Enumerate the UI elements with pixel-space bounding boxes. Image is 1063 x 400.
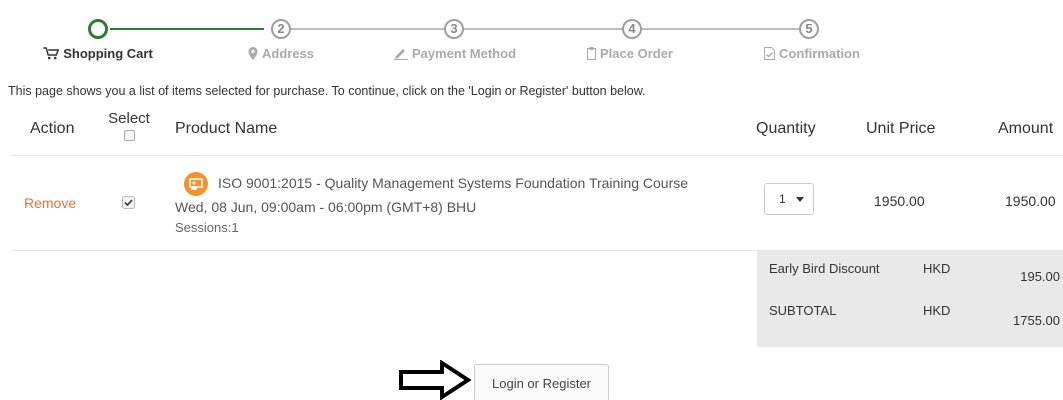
step-payment-method: Payment Method	[393, 46, 517, 61]
step-label-text: Place Order	[600, 46, 673, 61]
chevron-down-icon	[795, 196, 804, 202]
checkout-stepper: 2 3 4 5 Shopping Cart Address Payment Me…	[0, 0, 1063, 70]
subtotal-label: SUBTOTAL	[769, 303, 837, 318]
step-confirmation: Confirmation	[764, 46, 860, 61]
step-1-circle	[88, 19, 108, 39]
discount-label: Early Bird Discount	[769, 261, 880, 276]
course-sessions: Sessions:1	[175, 220, 239, 235]
stepper-connector	[464, 28, 630, 30]
unit-price: 1950.00	[874, 193, 925, 209]
stepper-connector	[288, 28, 454, 30]
header-select-label: Select	[108, 110, 150, 127]
step-label-text: Address	[261, 46, 315, 61]
step-2-circle: 2	[271, 19, 291, 39]
quantity-select[interactable]: 1	[764, 183, 814, 215]
step-3-circle: 3	[444, 19, 464, 39]
remove-link[interactable]: Remove	[24, 195, 76, 211]
step-place-order: Place Order	[587, 46, 673, 61]
cart-info-text: This page shows you a list of items sele…	[8, 84, 646, 98]
stepper-connector	[110, 28, 264, 30]
subtotal-value: 1755.00	[1013, 313, 1060, 328]
checkmark-icon	[122, 196, 135, 209]
login-or-register-button[interactable]: Login or Register	[474, 364, 609, 400]
header-unit-price: Unit Price	[866, 120, 936, 137]
course-date: Wed, 08 Jun, 09:00am - 06:00pm (GMT+8) B…	[175, 199, 477, 215]
subtotal-currency: HKD	[923, 303, 951, 318]
quantity-value: 1	[779, 192, 786, 206]
step-label-text: Shopping Cart	[63, 46, 153, 61]
course-title: ISO 9001:2015 - Quality Management Syste…	[218, 175, 689, 191]
step-label-text: Confirmation	[779, 46, 860, 61]
course-presentation-icon	[184, 172, 208, 196]
cart-icon	[43, 47, 60, 60]
row-amount: 1950.00	[1005, 193, 1056, 209]
step-address: Address	[248, 46, 314, 61]
stepper-connector	[640, 28, 806, 30]
arrow-right-icon	[399, 360, 472, 400]
document-check-icon	[764, 47, 776, 60]
clipboard-icon	[587, 47, 596, 60]
header-product-name: Product Name	[175, 120, 278, 137]
step-5-circle: 5	[799, 19, 819, 39]
table-row: Remove ISO 9001:2015 - Quality Managemen…	[12, 156, 1063, 251]
header-action: Action	[30, 120, 75, 137]
header-amount: Amount	[998, 120, 1054, 137]
map-marker-icon	[248, 47, 258, 60]
order-summary: Early Bird Discount HKD 195.00 SUBTOTAL …	[757, 251, 1063, 347]
step-shopping-cart: Shopping Cart	[43, 46, 153, 61]
select-all-checkbox[interactable]	[123, 130, 135, 141]
header-quantity: Quantity	[756, 120, 816, 137]
pencil-icon	[393, 48, 408, 60]
step-4-circle: 4	[622, 19, 642, 39]
discount-currency: HKD	[923, 261, 951, 276]
cart-table-header: Action Select Product Name Quantity Unit…	[0, 110, 1063, 152]
header-select: Select	[104, 110, 154, 141]
item-select-checkbox[interactable]	[122, 196, 135, 209]
step-label-text: Payment Method	[411, 46, 517, 61]
discount-value: 195.00	[1020, 269, 1060, 284]
